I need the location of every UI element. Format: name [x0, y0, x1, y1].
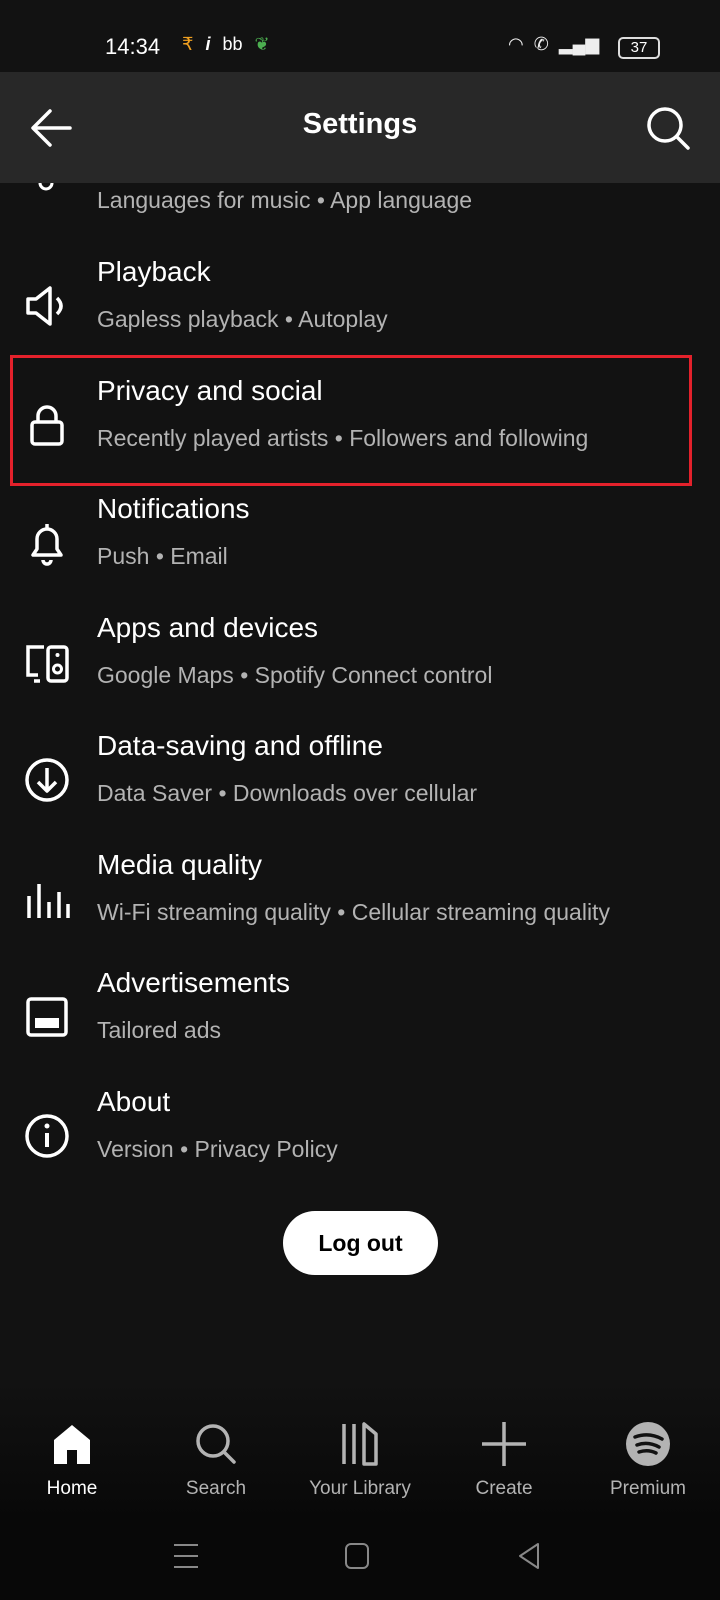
nav-home[interactable]: Home: [0, 1420, 144, 1500]
devices-icon: [26, 644, 69, 683]
settings-item-data-saving-and-offline[interactable]: Data-saving and offline Data Saver • Down…: [0, 724, 720, 842]
nav-label: Premium: [609, 1478, 686, 1499]
notification-icons: ₹ i bb ❦: [182, 34, 270, 55]
log-out-button[interactable]: Log out: [283, 1211, 438, 1275]
settings-item-title: Playback: [97, 256, 211, 287]
settings-item-title: Media quality: [97, 848, 262, 880]
settings-item-subtitle: Version • Privacy Policy: [97, 1135, 338, 1162]
nav-search[interactable]: Search: [144, 1420, 288, 1500]
home-icon: [54, 1425, 90, 1464]
spotify-logo-icon: [626, 1422, 670, 1466]
app-notification-icon: bb: [222, 34, 243, 54]
battery-indicator: 37: [618, 37, 660, 59]
settings-item-subtitle: Push • Email: [97, 543, 228, 569]
bell-icon: [31, 524, 63, 566]
nav-your-library[interactable]: Your Library: [288, 1420, 432, 1500]
leaf-icon: ❦: [254, 34, 270, 54]
equalizer-icon: [27, 883, 70, 918]
settings-item-title: Data-saving and offline: [97, 730, 383, 761]
settings-item-title: Advertisements: [97, 967, 290, 998]
app-header: Settings: [0, 72, 720, 183]
settings-item-subtitle: Data Saver • Downloads over cellular: [97, 780, 478, 806]
page-title: Settings: [302, 108, 418, 140]
nav-label: Create: [475, 1478, 533, 1499]
search-icon[interactable]: [644, 104, 692, 152]
info-icon: [25, 1113, 69, 1158]
home-button-icon[interactable]: [344, 1540, 370, 1572]
music-note-icon: [38, 183, 54, 191]
ad-icon: [26, 997, 68, 1037]
system-navigation-bar: [0, 1520, 720, 1600]
settings-item-about[interactable]: About Version • Privacy Policy: [0, 1080, 720, 1198]
nav-create[interactable]: Create: [432, 1420, 576, 1500]
back-button-icon[interactable]: [516, 1540, 542, 1572]
settings-item-apps-and-devices[interactable]: Apps and devices Google Maps • Spotify Co…: [0, 606, 720, 724]
download-icon: [25, 758, 69, 802]
settings-item-subtitle: Tailored ads: [97, 1017, 222, 1043]
settings-item-title: Apps and devices: [97, 611, 319, 643]
settings-item-playback[interactable]: Playback Gapless playback • Autoplay: [0, 250, 720, 368]
nav-label: Search: [185, 1478, 247, 1499]
system-icons: ◠ ✆ ▂▄▆: [508, 34, 599, 55]
nav-label: Your Library: [309, 1478, 411, 1499]
settings-item-notifications[interactable]: Notifications Push • Email: [0, 487, 720, 605]
speaker-icon: [26, 286, 63, 326]
nav-label: Home: [46, 1478, 98, 1499]
app-notification-icon: ₹: [182, 34, 194, 54]
search-icon: [196, 1424, 236, 1464]
bottom-navigation: Home Search Your Library Create Premium: [0, 1380, 720, 1520]
status-bar: 14:34 ₹ i bb ❦ ◠ ✆ ▂▄▆ 37: [0, 0, 720, 72]
wifi-icon: ◠: [508, 34, 524, 54]
library-icon: [342, 1422, 378, 1466]
recent-apps-icon[interactable]: [173, 1540, 199, 1572]
plus-icon: [482, 1422, 526, 1466]
settings-item-languages[interactable]: Languages for music • App language: [0, 183, 720, 235]
settings-item-subtitle: Languages for music • App language: [97, 187, 473, 213]
settings-item-advertisements[interactable]: Advertisements Tailored ads: [0, 961, 720, 1079]
nav-premium[interactable]: Premium: [576, 1420, 720, 1500]
signal-icon: ▂▄▆: [558, 34, 600, 54]
status-time: 14:34: [105, 34, 161, 59]
settings-item-subtitle: Gapless playback • Autoplay: [97, 306, 388, 332]
app-notification-icon: i: [205, 34, 211, 54]
settings-item-subtitle: Wi-Fi streaming quality • Cellular strea…: [97, 898, 610, 925]
highlight-box: [10, 355, 692, 486]
settings-item-title: Notifications: [97, 493, 250, 524]
settings-item-title: About: [97, 1085, 171, 1117]
wifi-call-icon: ✆: [533, 34, 549, 54]
settings-item-subtitle: Google Maps • Spotify Connect control: [97, 661, 493, 688]
settings-item-media-quality[interactable]: Media quality Wi-Fi streaming quality • C…: [0, 843, 720, 961]
